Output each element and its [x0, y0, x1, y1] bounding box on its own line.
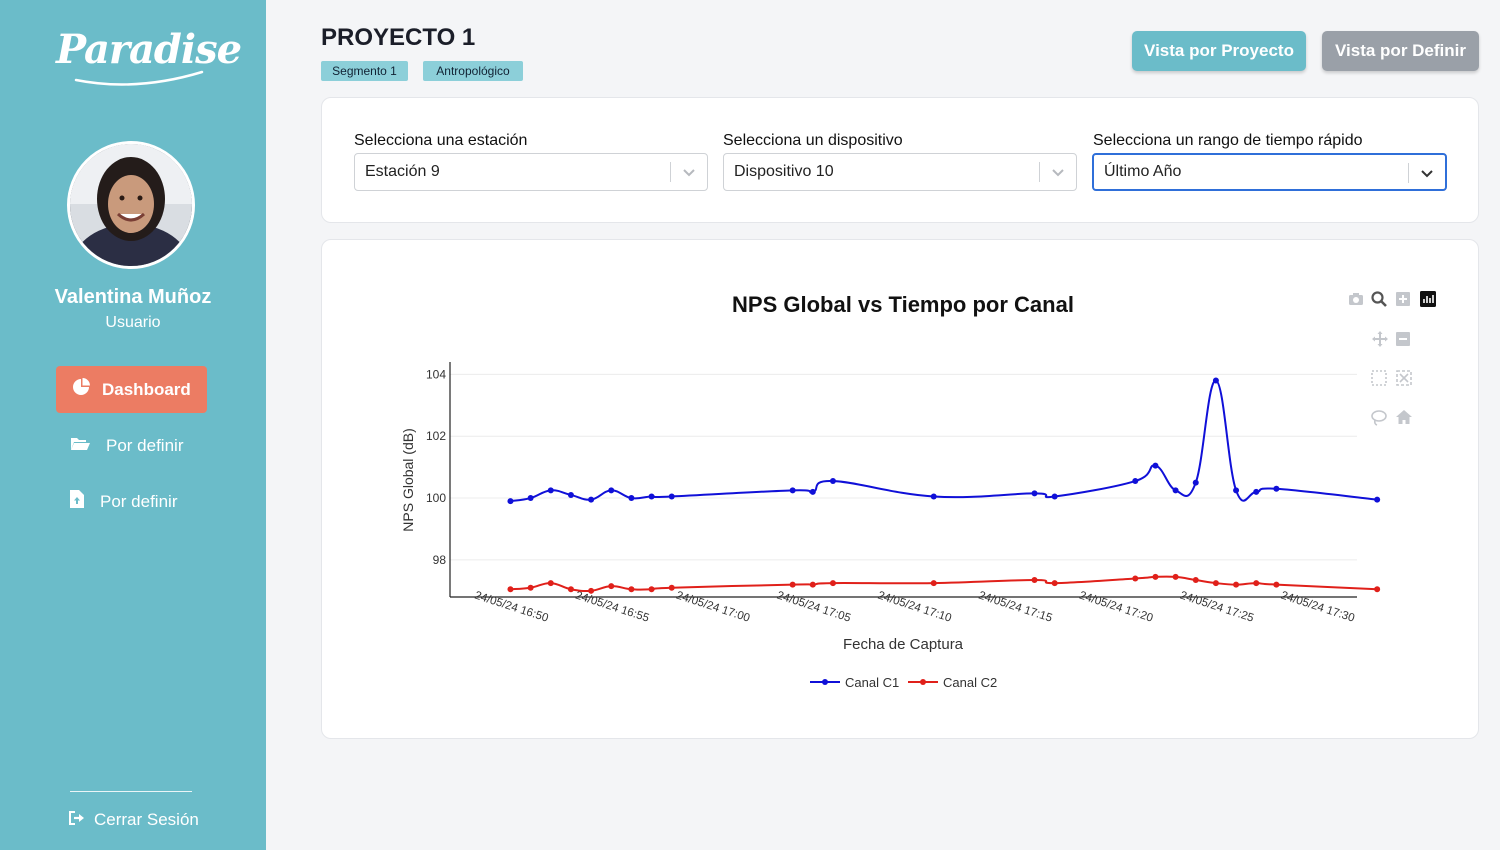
tag-segmento: Segmento 1	[321, 61, 408, 81]
nav-dashboard[interactable]: Dashboard	[56, 366, 207, 413]
zoom-icon[interactable]	[1371, 291, 1387, 312]
lasso-select-icon[interactable]	[1371, 410, 1387, 431]
user-role: Usuario	[105, 314, 161, 331]
paradise-logo[interactable]: Paradise	[56, 18, 242, 96]
device-select[interactable]: Dispositivo 10	[723, 153, 1077, 191]
user-avatar[interactable]	[67, 141, 195, 269]
sidebar: Paradise Valentina Muñoz Usuario Dashboa…	[0, 0, 266, 850]
pan-icon[interactable]	[1372, 331, 1388, 352]
nav-por-definir-2[interactable]: Por definir	[70, 490, 177, 513]
station-value: Estación 9	[365, 163, 440, 180]
device-label: Selecciona un dispositivo	[723, 132, 903, 149]
user-name: Valentina Muñoz	[54, 286, 212, 308]
camera-icon[interactable]	[1348, 292, 1364, 311]
plotly-logo-icon[interactable]	[1420, 291, 1436, 312]
station-label: Selecciona una estación	[354, 132, 528, 149]
select-separator	[1408, 163, 1409, 183]
pie-chart-icon	[72, 378, 90, 401]
time-range-value: Último Año	[1104, 163, 1182, 180]
station-select[interactable]: Estación 9	[354, 153, 708, 191]
nav-por-definir-1[interactable]: Por definir	[70, 435, 183, 456]
time-range-select[interactable]: Último Año	[1092, 153, 1447, 191]
logout-label: Cerrar Sesión	[94, 810, 199, 829]
autoscale-icon[interactable]	[1396, 370, 1412, 391]
page-title: PROYECTO 1	[321, 24, 476, 51]
chevron-down-icon[interactable]	[681, 164, 697, 185]
chevron-down-icon[interactable]	[1050, 164, 1066, 185]
tag-categoria: Antropológico	[423, 61, 523, 81]
time-range-label: Selecciona un rango de tiempo rápido	[1093, 132, 1363, 149]
box-select-icon[interactable]	[1371, 370, 1387, 391]
chart-modebar	[1346, 290, 1441, 430]
nav-label: Por definir	[106, 435, 184, 455]
nav-label: Dashboard	[102, 379, 191, 399]
chart-title: NPS Global vs Tiempo por Canal	[732, 292, 1074, 317]
sidebar-divider	[70, 791, 192, 792]
vista-por-proyecto-button[interactable]: Vista por Proyecto	[1132, 31, 1306, 71]
select-separator	[670, 162, 671, 182]
zoom-in-icon[interactable]	[1396, 292, 1410, 311]
folder-open-icon	[70, 435, 90, 456]
device-value: Dispositivo 10	[734, 163, 834, 180]
nav-label: Por definir	[100, 491, 178, 511]
file-upload-icon	[70, 490, 84, 513]
sign-out-icon	[69, 810, 86, 830]
logout-button[interactable]: Cerrar Sesión	[69, 810, 199, 830]
logo-swash	[74, 70, 204, 86]
reset-axes-home-icon[interactable]	[1396, 410, 1412, 429]
select-separator	[1039, 162, 1040, 182]
zoom-out-icon[interactable]	[1396, 332, 1410, 351]
avatar-photo	[70, 144, 192, 266]
chevron-down-icon[interactable]	[1419, 165, 1435, 186]
vista-por-definir-button[interactable]: Vista por Definir	[1322, 31, 1479, 71]
